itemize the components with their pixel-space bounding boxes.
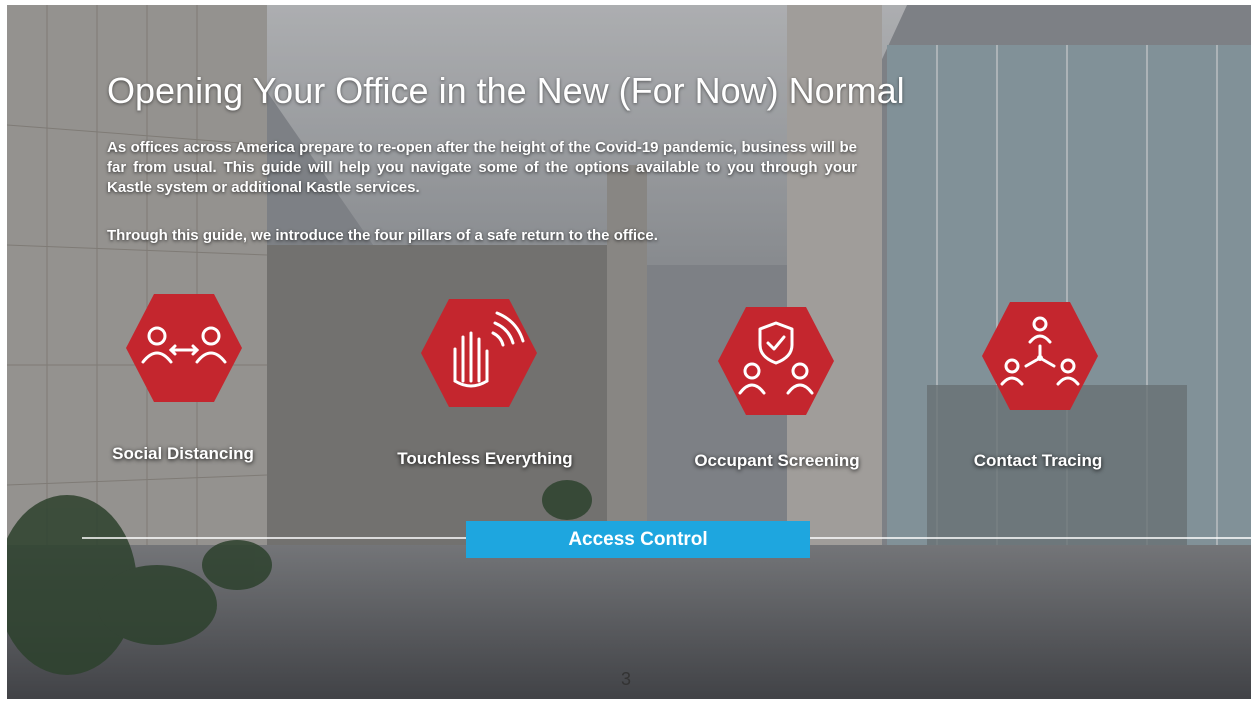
pillar-label-contact-tracing: Contact Tracing [973,451,1103,470]
page-number: 3 [621,669,632,689]
intro-paragraph: As offices across America prepare to re-… [107,139,857,196]
pillar-label-social-distancing: Social Distancing [112,444,254,463]
contact-tracing-icon [982,302,1098,410]
pillar-label-touchless-everything: Touchless Everything [397,449,573,468]
page-title: Opening Your Office in the New (For Now)… [107,70,905,111]
access-control-bar: Access Control [466,521,810,558]
pillars-intro: Through this guide, we introduce the fou… [107,227,658,244]
social-distancing-icon [126,294,242,402]
pillar-label-occupant-screening: Occupant Screening [694,451,860,470]
occupant-screening-icon [718,307,834,415]
slide: Opening Your Office in the New (For Now)… [7,5,1251,699]
touchless-hand-icon [421,299,537,407]
